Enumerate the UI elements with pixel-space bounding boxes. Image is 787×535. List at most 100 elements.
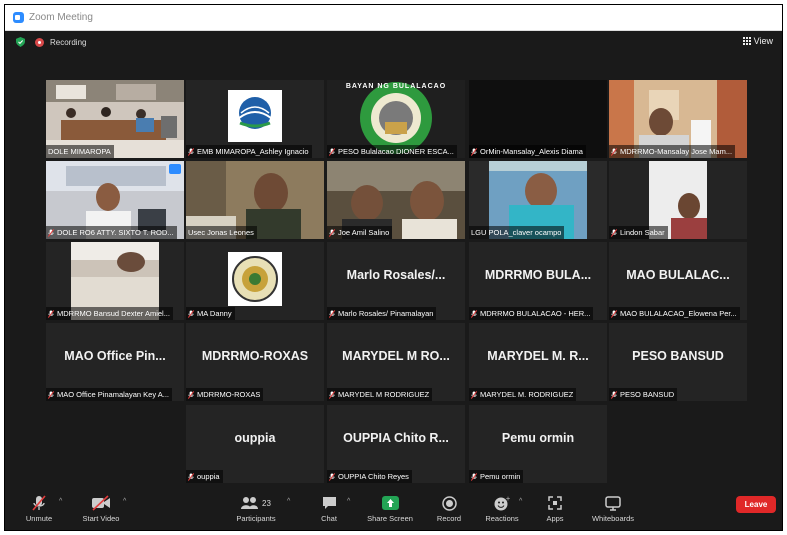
muted-microphone-icon <box>611 228 620 237</box>
chat-label: Chat <box>321 514 337 523</box>
participant-name-label: MDRRMO-Mansalay Jose Mam... <box>609 145 736 158</box>
participant-tile[interactable]: Marlo Rosales/... Marlo Rosales/ Pinamala… <box>327 242 465 320</box>
muted-microphone-icon <box>32 494 46 511</box>
participant-name: PESO Bulalacao DIONER ESCA... <box>338 147 454 156</box>
participant-tile[interactable]: Joe Amil Salino <box>327 161 465 239</box>
zoom-app-icon <box>13 12 24 23</box>
meeting-top-bar: Recording View <box>5 31 782 53</box>
participant-display-name: MAO Office Pin... <box>64 349 166 363</box>
participant-tile[interactable]: MAO BULALAC... MAO BULALACAO_Elowena Per.… <box>609 242 747 320</box>
reactions-button[interactable]: + Reactions <box>472 494 532 524</box>
participant-tile[interactable]: MARYDEL M. R... MARYDEL M. RODRIGUEZ <box>469 323 607 401</box>
participant-name: MARYDEL M RODRIGUEZ <box>338 390 430 399</box>
participant-tile[interactable]: MA Danny <box>186 242 324 320</box>
participant-name: Usec Jonas Leones <box>188 228 254 237</box>
participant-name: MDRRMO-ROXAS <box>197 390 261 399</box>
record-label: Record <box>436 514 462 523</box>
participant-name: EMB MIMAROPA_Ashley Ignacio <box>197 147 309 156</box>
participant-name: OrMin-Mansalay_Alexis Diama <box>480 147 583 156</box>
apps-button[interactable]: Apps <box>525 494 585 523</box>
muted-microphone-icon <box>48 309 57 318</box>
apps-icon <box>548 496 562 510</box>
participant-tile[interactable]: MARYDEL M RO... MARYDEL M RODRIGUEZ <box>327 323 465 401</box>
participant-name-label: Joe Amil Salino <box>327 226 393 239</box>
muted-microphone-icon <box>329 390 338 399</box>
record-button[interactable]: Record <box>419 494 479 523</box>
participant-name-label: Usec Jonas Leones <box>186 226 257 239</box>
participant-tile[interactable]: MDRRMO Bansud Dexter Amiel... <box>46 242 184 320</box>
window-title: Zoom Meeting <box>29 12 93 23</box>
participant-tile[interactable]: DOLE RO6 ATTY. SIXTO T. ROD... <box>46 161 184 239</box>
whiteboards-button[interactable]: Whiteboards <box>583 494 643 523</box>
participant-tile[interactable]: LGU POLA_claver ocampo <box>469 161 607 239</box>
participant-name-label: MA Danny <box>186 307 235 320</box>
zoom-window: Zoom Meeting Recording View DOLE MIMAROP… <box>4 4 783 531</box>
reactions-label: Reactions <box>485 514 519 523</box>
reactions-options-caret-icon[interactable]: ^ <box>519 498 522 505</box>
participant-name-label: DOLE MIMAROPA <box>46 145 114 158</box>
reactions-icon: + <box>494 496 511 510</box>
participants-options-caret-icon[interactable]: ^ <box>287 498 290 505</box>
participant-tile[interactable]: DOLE MIMAROPA <box>46 80 184 158</box>
muted-microphone-icon <box>611 147 620 156</box>
participant-name: ouppia <box>197 472 220 481</box>
muted-microphone-icon <box>471 390 480 399</box>
video-options-caret-icon[interactable]: ^ <box>123 498 126 505</box>
muted-microphone-icon <box>611 390 620 399</box>
participant-tile[interactable]: PESO BANSUD PESO BANSUD <box>609 323 747 401</box>
svg-text:+: + <box>506 496 511 503</box>
participant-tile[interactable]: Pemu ormin Pemu ormin <box>469 405 607 483</box>
muted-microphone-icon <box>611 309 620 318</box>
muted-microphone-icon <box>188 390 197 399</box>
shield-icon[interactable] <box>16 37 25 47</box>
participant-name: MAO Office Pinamalayan Key A... <box>57 390 169 399</box>
participant-tile[interactable]: OrMin-Mansalay_Alexis Diama <box>469 80 607 158</box>
participant-tile[interactable]: ouppia ouppia <box>186 405 324 483</box>
participant-tile[interactable]: Usec Jonas Leones <box>186 161 324 239</box>
leave-button[interactable]: Leave <box>736 496 776 513</box>
recording-icon[interactable] <box>35 37 44 47</box>
participant-display-name: MARYDEL M. R... <box>487 349 589 363</box>
participant-name: LGU POLA_claver ocampo <box>471 228 562 237</box>
participant-display-name: Marlo Rosales/... <box>346 268 446 282</box>
meeting-toolbar: Unmute ^ Start Video ^ 23 Participants ^… <box>5 486 782 530</box>
recording-label: Recording <box>50 37 87 47</box>
share-screen-button[interactable]: Share Screen <box>360 494 420 523</box>
muted-microphone-icon <box>48 228 57 237</box>
participant-name: PESO BANSUD <box>620 390 675 399</box>
participant-name: MDRRMO BULALACAO - HER... <box>480 309 591 318</box>
unmute-label: Unmute <box>25 514 53 523</box>
audio-options-caret-icon[interactable]: ^ <box>59 498 62 505</box>
participant-tile[interactable]: BAYAN NG BULALACAO PESO Bulalacao DIONER … <box>327 80 465 158</box>
participant-tile[interactable]: MAO Office Pin... MAO Office Pinamalayan … <box>46 323 184 401</box>
participant-tile[interactable]: MDRRMO-ROXAS MDRRMO-ROXAS <box>186 323 324 401</box>
participant-name-label: DOLE RO6 ATTY. SIXTO T. ROD... <box>46 226 177 239</box>
participant-name-label: ouppia <box>186 470 223 483</box>
participant-tile[interactable]: Lindon Sabar <box>609 161 747 239</box>
participants-button[interactable]: 23 Participants <box>226 494 286 523</box>
participant-name: MAO BULALACAO_Elowena Per... <box>620 309 737 318</box>
participant-tile[interactable]: MDRRMO BULA... MDRRMO BULALACAO - HER... <box>469 242 607 320</box>
participant-tile[interactable]: OUPPIA Chito R... OUPPIA Chito Reyes <box>327 405 465 483</box>
muted-microphone-icon <box>188 309 197 318</box>
start-video-button[interactable]: Start Video <box>71 494 131 523</box>
participant-name: OUPPIA Chito Reyes <box>338 472 409 481</box>
view-button[interactable]: View <box>742 36 773 46</box>
chat-options-caret-icon[interactable]: ^ <box>347 498 350 505</box>
participant-name-label: EMB MIMAROPA_Ashley Ignacio <box>186 145 312 158</box>
participant-name: MDRRMO-Mansalay Jose Mam... <box>620 147 733 156</box>
participant-name: DOLE MIMAROPA <box>48 147 111 156</box>
muted-microphone-icon <box>48 390 57 399</box>
participant-name: Pemu ormin <box>480 472 521 481</box>
participant-name-label: PESO Bulalacao DIONER ESCA... <box>327 145 457 158</box>
muted-microphone-icon <box>329 309 338 318</box>
participant-tile[interactable]: EMB MIMAROPA_Ashley Ignacio <box>186 80 324 158</box>
participant-name-label: MDRRMO BULALACAO - HER... <box>469 307 594 320</box>
participant-tile[interactable]: MDRRMO-Mansalay Jose Mam... <box>609 80 747 158</box>
view-label: View <box>753 36 773 46</box>
participant-display-name: MDRRMO BULA... <box>484 268 592 282</box>
grid-view-icon <box>742 37 751 45</box>
muted-microphone-icon <box>471 147 480 156</box>
participant-name-label: PESO BANSUD <box>609 388 678 401</box>
muted-microphone-icon <box>329 228 338 237</box>
